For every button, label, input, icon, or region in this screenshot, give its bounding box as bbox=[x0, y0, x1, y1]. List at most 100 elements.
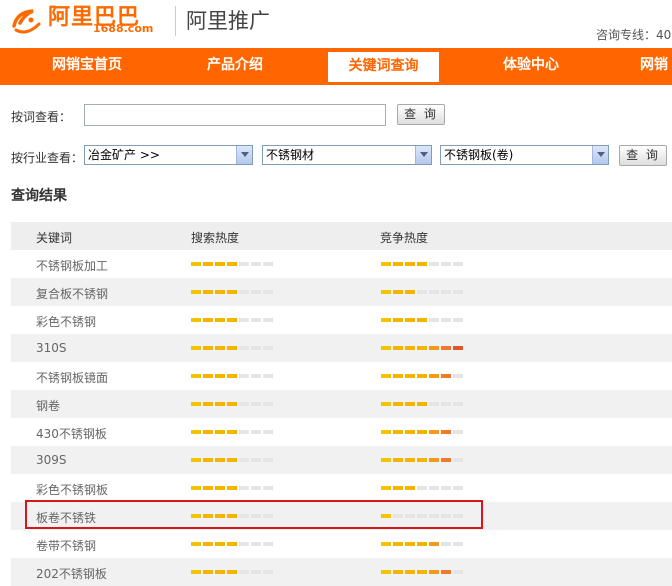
results-title: 查询结果 bbox=[11, 188, 67, 204]
heat-segment bbox=[215, 430, 225, 434]
keyword-search-label: 按词查看： bbox=[11, 110, 72, 124]
heat-segment bbox=[393, 486, 403, 490]
heat-segment bbox=[239, 262, 249, 266]
heat-segment bbox=[453, 430, 463, 434]
heat-segment bbox=[405, 430, 415, 434]
heat-segment bbox=[393, 262, 403, 266]
keyword-cell[interactable]: 202不锈钢板 bbox=[36, 565, 107, 582]
heat-segment bbox=[215, 346, 225, 350]
nav-item-experience-center[interactable]: 体验中心 bbox=[468, 48, 594, 82]
heat-segment bbox=[441, 290, 451, 294]
heat-segment bbox=[203, 346, 213, 350]
nav-item-more[interactable]: 网销 bbox=[620, 48, 672, 82]
heat-segment bbox=[429, 542, 439, 546]
keyword-search-input[interactable] bbox=[84, 104, 386, 126]
nav-item-home[interactable]: 网销宝首页 bbox=[24, 48, 150, 82]
nav-item-product-intro[interactable]: 产品介绍 bbox=[172, 48, 298, 82]
heat-segment bbox=[453, 318, 463, 322]
heat-segment bbox=[215, 486, 225, 490]
heat-segment bbox=[393, 402, 403, 406]
industry-select-level3[interactable]: 不锈钢板(卷) bbox=[440, 145, 609, 165]
search-heat-bar bbox=[191, 318, 273, 322]
heat-segment bbox=[429, 486, 439, 490]
compete-heat-bar bbox=[381, 542, 463, 546]
heat-segment bbox=[405, 290, 415, 294]
heat-segment bbox=[405, 262, 415, 266]
heat-segment bbox=[441, 318, 451, 322]
heat-segment bbox=[429, 374, 439, 378]
heat-segment bbox=[417, 346, 427, 350]
search-heat-bar bbox=[191, 570, 273, 574]
nav-item-keyword-query[interactable]: 关键词查询 bbox=[328, 52, 439, 84]
heat-segment bbox=[227, 402, 237, 406]
chevron-down-icon[interactable] bbox=[236, 146, 252, 164]
keyword-cell[interactable]: 卷带不锈钢 bbox=[36, 537, 96, 554]
chevron-down-icon[interactable] bbox=[592, 146, 608, 164]
heat-segment bbox=[263, 374, 273, 378]
heat-segment bbox=[251, 290, 261, 294]
industry-search-button[interactable]: 查 询 bbox=[619, 145, 667, 166]
heat-segment bbox=[417, 402, 427, 406]
heat-segment bbox=[405, 402, 415, 406]
heat-segment bbox=[381, 290, 391, 294]
keyword-cell[interactable]: 钢卷 bbox=[36, 397, 60, 414]
heat-segment bbox=[215, 374, 225, 378]
chevron-down-icon[interactable] bbox=[415, 146, 431, 164]
heat-segment bbox=[215, 318, 225, 322]
heat-segment bbox=[227, 318, 237, 322]
heat-segment bbox=[227, 458, 237, 462]
keyword-cell[interactable]: 309S bbox=[36, 453, 67, 467]
heat-segment bbox=[381, 430, 391, 434]
keyword-cell[interactable]: 310S bbox=[36, 341, 67, 355]
heat-segment bbox=[191, 430, 201, 434]
heat-segment bbox=[441, 346, 451, 350]
heat-segment bbox=[453, 290, 463, 294]
heat-segment bbox=[203, 486, 213, 490]
heat-segment bbox=[381, 458, 391, 462]
heat-segment bbox=[417, 458, 427, 462]
heat-segment bbox=[191, 402, 201, 406]
heat-segment bbox=[453, 262, 463, 266]
heat-segment bbox=[441, 262, 451, 266]
heat-segment bbox=[239, 318, 249, 322]
heat-segment bbox=[453, 458, 463, 462]
keyword-cell[interactable]: 彩色不锈钢板 bbox=[36, 481, 108, 498]
table-header: 关键词 搜索热度 竞争热度 bbox=[11, 222, 672, 250]
heat-segment bbox=[251, 346, 261, 350]
heat-segment bbox=[191, 570, 201, 574]
keyword-cell[interactable]: 430不锈钢板 bbox=[36, 425, 107, 442]
heat-segment bbox=[227, 374, 237, 378]
heat-segment bbox=[263, 318, 273, 322]
keyword-search-button[interactable]: 查 询 bbox=[397, 104, 445, 125]
heat-segment bbox=[381, 346, 391, 350]
industry-search-label: 按行业查看： bbox=[11, 151, 84, 165]
heat-segment bbox=[263, 290, 273, 294]
table-row: 430不锈钢板 bbox=[11, 418, 672, 446]
heat-segment bbox=[239, 374, 249, 378]
heat-segment bbox=[405, 374, 415, 378]
heat-segment bbox=[417, 318, 427, 322]
heat-segment bbox=[251, 318, 261, 322]
alibaba-smile-logo-icon[interactable] bbox=[11, 6, 41, 36]
heat-segment bbox=[441, 458, 451, 462]
table-row: 彩色不锈钢 bbox=[11, 306, 672, 334]
compete-heat-bar bbox=[381, 458, 463, 462]
heat-segment bbox=[191, 318, 201, 322]
industry-select-level2[interactable]: 不锈钢材 bbox=[262, 145, 432, 165]
heat-segment bbox=[215, 570, 225, 574]
industry-select-level2-value: 不锈钢材 bbox=[266, 148, 315, 162]
logo-domain[interactable]: 1688.com bbox=[93, 22, 153, 35]
keyword-cell[interactable]: 复合板不锈钢 bbox=[36, 285, 108, 302]
heat-segment bbox=[251, 402, 261, 406]
keyword-cell[interactable]: 不锈钢板镜面 bbox=[36, 369, 108, 386]
search-heat-bar bbox=[191, 486, 273, 490]
heat-segment bbox=[417, 290, 427, 294]
heat-segment bbox=[191, 290, 201, 294]
heat-segment bbox=[453, 570, 463, 574]
keyword-cell[interactable]: 彩色不锈钢 bbox=[36, 313, 96, 330]
product-name[interactable]: 阿里推广 bbox=[186, 5, 270, 35]
heat-segment bbox=[405, 570, 415, 574]
heat-segment bbox=[429, 402, 439, 406]
industry-select-level1[interactable]: 冶金矿产 >> bbox=[84, 145, 253, 165]
keyword-cell[interactable]: 不锈钢板加工 bbox=[36, 257, 108, 274]
